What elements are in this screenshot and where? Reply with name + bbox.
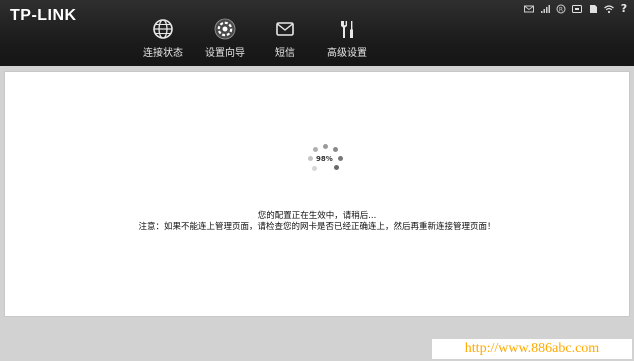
main-content-panel: 98% 您的配置正在生效中，请稍后... 注意：如果不能连上管理页面，请检查您的… xyxy=(4,71,630,317)
spinner-dot xyxy=(312,166,317,171)
roaming-icon: R xyxy=(556,4,566,14)
spinner-dot xyxy=(323,144,328,149)
wifi-icon xyxy=(604,4,614,14)
notice-message: 注意：如果不能连上管理页面，请检查您的网卡是否已经正确连上，然后再重新连接管理页… xyxy=(138,222,496,232)
sim-icon xyxy=(588,4,598,14)
settings-gear-icon xyxy=(214,18,236,40)
spinner-dot xyxy=(338,156,343,161)
nav-label: 高级设置 xyxy=(327,48,367,59)
spinner-dot xyxy=(334,165,339,170)
nav-label: 连接状态 xyxy=(143,48,183,59)
tp-link-logo: TP-LINK xyxy=(10,7,77,24)
spinner-dot xyxy=(308,156,313,161)
help-icon[interactable]: ? xyxy=(620,3,628,14)
loading-spinner: 98% xyxy=(305,144,347,176)
spinner-dot xyxy=(333,147,338,152)
globe-icon xyxy=(152,18,174,40)
watermark-text: http://www.886abc.com xyxy=(432,339,632,359)
network-icon xyxy=(572,4,582,14)
progress-percent: 98% xyxy=(316,155,333,163)
tools-icon xyxy=(336,18,358,40)
signal-icon xyxy=(540,4,550,14)
nav-connection-status[interactable]: 连接状态 xyxy=(128,18,198,64)
top-bar: TP-LINK 连接状态 设置向导 短信 高级设置 R ? xyxy=(0,0,634,66)
nav-advanced-settings[interactable]: 高级设置 xyxy=(312,18,382,64)
svg-text:R: R xyxy=(559,6,563,13)
envelope-icon xyxy=(274,18,296,40)
nav-label: 短信 xyxy=(275,48,295,59)
spinner-dot xyxy=(313,147,318,152)
sms-icon[interactable] xyxy=(524,4,534,14)
status-icon-bar: R ? xyxy=(524,3,628,15)
nav-sms[interactable]: 短信 xyxy=(250,18,320,64)
